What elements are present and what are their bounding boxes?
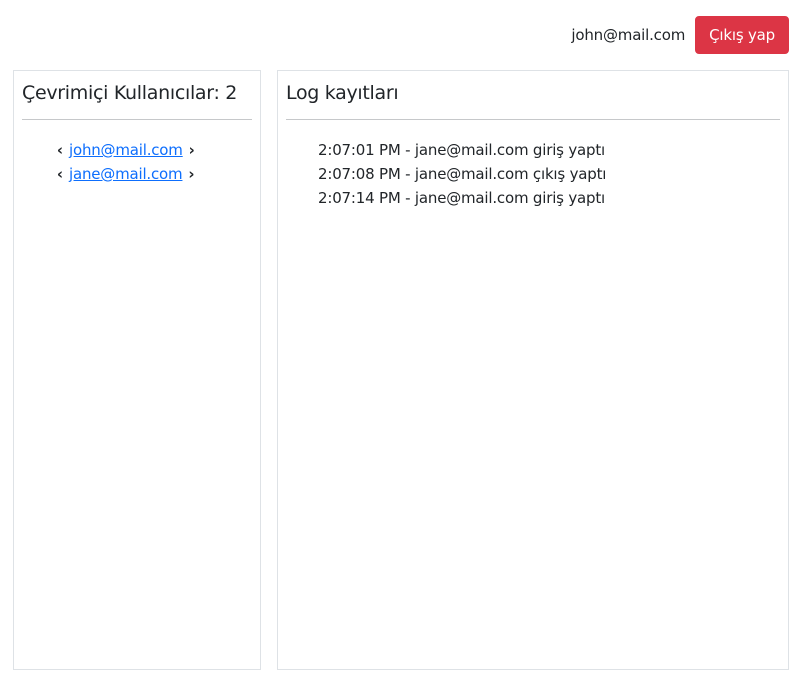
top-bar: john@mail.com Çıkış yap (571, 16, 789, 54)
chevron-right-icon: › (188, 141, 195, 159)
log-entry: 2:07:01 PM - jane@mail.com giriş yaptı (318, 141, 605, 159)
current-user-email: john@mail.com (571, 26, 686, 44)
panel-divider (22, 119, 252, 120)
log-entry: 2:07:08 PM - jane@mail.com çıkış yaptı (318, 165, 607, 183)
log-list: 2:07:01 PM - jane@mail.com giriş yaptı 2… (318, 138, 606, 210)
log-entry: 2:07:14 PM - jane@mail.com giriş yaptı (318, 189, 605, 207)
list-item: ‹ jane@mail.com › (54, 162, 198, 186)
chevron-left-icon: ‹ (56, 165, 64, 183)
online-users-title: Çevrimiçi Kullanıcılar: 2 (22, 82, 238, 104)
logs-title: Log kayıtları (286, 82, 399, 104)
online-users-list: ‹ john@mail.com › ‹ jane@mail.com › (54, 138, 198, 186)
panel-divider (286, 119, 780, 120)
logout-button[interactable]: Çıkış yap (695, 16, 789, 54)
logs-panel: Log kayıtları 2:07:01 PM - jane@mail.com… (277, 70, 789, 670)
chevron-left-icon: ‹ (56, 141, 64, 159)
user-link-john[interactable]: john@mail.com (69, 141, 183, 159)
user-link-jane[interactable]: jane@mail.com (69, 165, 183, 183)
online-users-panel: Çevrimiçi Kullanıcılar: 2 ‹ john@mail.co… (13, 70, 261, 670)
list-item: ‹ john@mail.com › (54, 138, 198, 162)
chevron-right-icon: › (188, 165, 195, 183)
